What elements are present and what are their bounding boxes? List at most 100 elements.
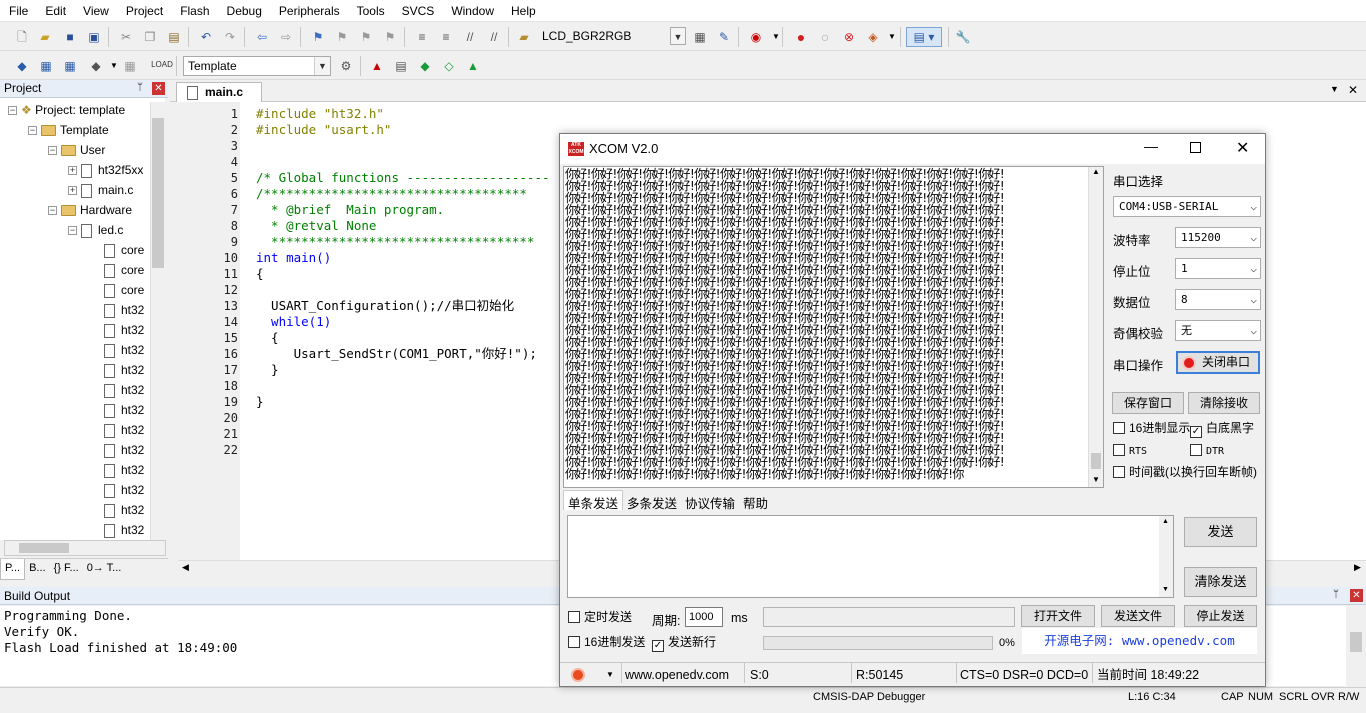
save-window-button[interactable]: 保存窗口 <box>1112 392 1184 414</box>
close-icon[interactable]: ✕ <box>1236 138 1249 158</box>
undo-icon[interactable]: ↶ <box>198 29 214 45</box>
tab-protocol[interactable]: 协议传输 <box>681 490 739 511</box>
clear-receive-button[interactable]: 清除接收 <box>1188 392 1260 414</box>
tab-main-c[interactable]: main.c <box>176 82 262 102</box>
tree-file[interactable]: ht32 <box>104 380 144 400</box>
nav-back-icon[interactable]: ⇦ <box>254 29 270 45</box>
cut-icon[interactable]: ✂ <box>118 29 134 45</box>
tree-file[interactable]: ht32 <box>104 500 144 520</box>
tree-file[interactable]: ht32 <box>104 400 144 420</box>
menu-edit[interactable]: Edit <box>36 4 74 18</box>
stop-bits-select[interactable]: 1 ⌵ <box>1175 258 1261 279</box>
pack-installer-icon[interactable]: ◇ <box>441 58 457 74</box>
close-icon[interactable]: ✕ <box>1348 83 1358 97</box>
chevron-down-icon[interactable]: ▼ <box>606 663 614 687</box>
send-file-button[interactable]: 发送文件 <box>1101 605 1175 627</box>
scroll-down-icon[interactable]: ▼ <box>1092 475 1100 484</box>
prev-bookmark-icon[interactable]: ⚑ <box>334 29 350 45</box>
runtime-env-icon[interactable]: ▲ <box>465 58 481 74</box>
hex-send-checkbox[interactable]: 16进制发送 <box>568 635 645 649</box>
menu-project[interactable]: Project <box>117 4 171 18</box>
paste-icon[interactable]: ▤ <box>166 29 182 45</box>
tree-file[interactable]: ht32 <box>104 480 144 500</box>
stop-build-icon[interactable]: ▦ <box>122 58 138 74</box>
chevron-down-icon[interactable]: ▼ <box>1330 84 1339 94</box>
uncomment-icon[interactable]: // <box>486 29 502 45</box>
next-bookmark-icon[interactable]: ⚑ <box>358 29 374 45</box>
manage-components-icon[interactable]: ▲ <box>369 58 385 74</box>
menu-tools[interactable]: Tools <box>348 4 393 18</box>
translate-icon[interactable]: ◆ <box>14 58 30 74</box>
baud-select[interactable]: 115200 ⌵ <box>1175 227 1261 248</box>
debug-search-icon[interactable]: ◉ <box>748 29 764 45</box>
scroll-thumb[interactable] <box>1091 453 1101 469</box>
close-icon[interactable]: ✕ <box>1350 589 1363 602</box>
tab-single-send[interactable]: 单条发送 <box>563 490 624 511</box>
dtr-checkbox[interactable]: DTR <box>1190 444 1224 459</box>
hex-display-checkbox[interactable]: 16进制显示 <box>1113 421 1190 435</box>
find-in-files-icon[interactable]: ▰ <box>516 29 532 45</box>
status-site[interactable]: www.openedv.com <box>625 663 729 687</box>
tree-vertical-scrollbar[interactable] <box>150 102 165 540</box>
tab-project[interactable]: P... <box>0 559 26 580</box>
tree-project-root[interactable]: − ❖ Project: template <box>8 100 125 120</box>
tree-file[interactable]: + ht32f5xx <box>68 160 143 180</box>
insert-breakpoint-icon[interactable]: ◈ <box>865 29 881 45</box>
tree-file[interactable]: ht32 <box>104 420 144 440</box>
chevron-down-icon[interactable]: ▼ <box>884 29 900 45</box>
menu-flash[interactable]: Flash <box>171 4 217 18</box>
menu-debug[interactable]: Debug <box>218 4 270 18</box>
stop-send-button[interactable]: 停止发送 <box>1184 605 1257 627</box>
receive-scrollbar[interactable]: ▲ ▼ <box>1088 167 1103 487</box>
clear-send-button[interactable]: 清除发送 <box>1184 567 1257 597</box>
file-extensions-icon[interactable]: ▤ <box>393 58 409 74</box>
build-output-scrollbar[interactable] <box>1347 606 1366 686</box>
disable-breakpoint-icon[interactable]: ○ <box>817 29 833 45</box>
tree-file[interactable]: core <box>104 240 144 260</box>
file-path-input[interactable] <box>763 607 1015 627</box>
batch-build-icon[interactable]: ◆ <box>88 58 104 74</box>
pin-icon[interactable]: ᛘ <box>137 82 143 93</box>
tab-functions[interactable]: {} F... <box>50 559 83 580</box>
window-layout-icon[interactable]: ▤ ▾ <box>906 27 942 47</box>
receive-area[interactable]: 你好!你好!你好!你好!你好!你好!你好!你好!你好!你好!你好!你好!你好!你… <box>563 166 1104 488</box>
nav-forward-icon[interactable]: ⇨ <box>278 29 294 45</box>
tab-help[interactable]: 帮助 <box>739 490 772 511</box>
tree-horizontal-scrollbar[interactable] <box>4 540 166 556</box>
save-icon[interactable]: ■ <box>62 29 78 45</box>
clear-bookmarks-icon[interactable]: ⚑ <box>382 29 398 45</box>
timestamp-checkbox[interactable]: 时间戳(以换行回车断帧) <box>1113 465 1257 479</box>
breakpoint-icon[interactable]: ● <box>793 29 809 45</box>
scroll-thumb[interactable] <box>152 118 164 268</box>
tree-file[interactable]: ht32 <box>104 340 144 360</box>
tree-group-user[interactable]: − User <box>48 140 105 160</box>
open-file-button[interactable]: 打开文件 <box>1021 605 1095 627</box>
indent-icon[interactable]: ≡ <box>414 29 430 45</box>
comment-icon[interactable]: // <box>462 29 478 45</box>
chevron-down-icon[interactable]: ▼ <box>314 57 330 75</box>
chevron-down-icon[interactable]: ▼ <box>670 27 686 45</box>
send-button[interactable]: 发送 <box>1184 517 1257 547</box>
menu-file[interactable]: File <box>0 4 36 18</box>
data-bits-select[interactable]: 8 ⌵ <box>1175 289 1261 310</box>
scroll-left-icon[interactable]: ◀ <box>182 562 189 573</box>
new-file-icon[interactable]: 🗋 <box>14 29 30 45</box>
pin-icon[interactable]: ᛘ <box>1333 589 1339 600</box>
find-icon[interactable]: ▦ <box>692 29 708 45</box>
rts-checkbox[interactable]: RTS <box>1113 444 1147 459</box>
redo-icon[interactable]: ↷ <box>222 29 238 45</box>
kill-breakpoints-icon[interactable]: ⊗ <box>841 29 857 45</box>
scroll-up-icon[interactable]: ▲ <box>1092 167 1100 176</box>
tree-file[interactable]: ht32 <box>104 460 144 480</box>
close-port-button[interactable]: 关闭串口 <box>1176 351 1260 374</box>
tree-file[interactable]: core <box>104 280 144 300</box>
scroll-right-icon[interactable]: ▶ <box>1354 562 1361 573</box>
tree-file[interactable]: core <box>104 260 144 280</box>
send-textarea[interactable]: ▲ ▼ <box>567 515 1174 598</box>
scroll-up-icon[interactable]: ▲ <box>1162 518 1169 525</box>
tree-group-hardware[interactable]: − Hardware <box>48 200 132 220</box>
target-options-icon[interactable]: ⚙ <box>338 58 354 74</box>
tree-file[interactable]: ht32 <box>104 360 144 380</box>
menu-svcs[interactable]: SVCS <box>393 4 443 18</box>
save-all-icon[interactable]: ▣ <box>86 29 102 45</box>
